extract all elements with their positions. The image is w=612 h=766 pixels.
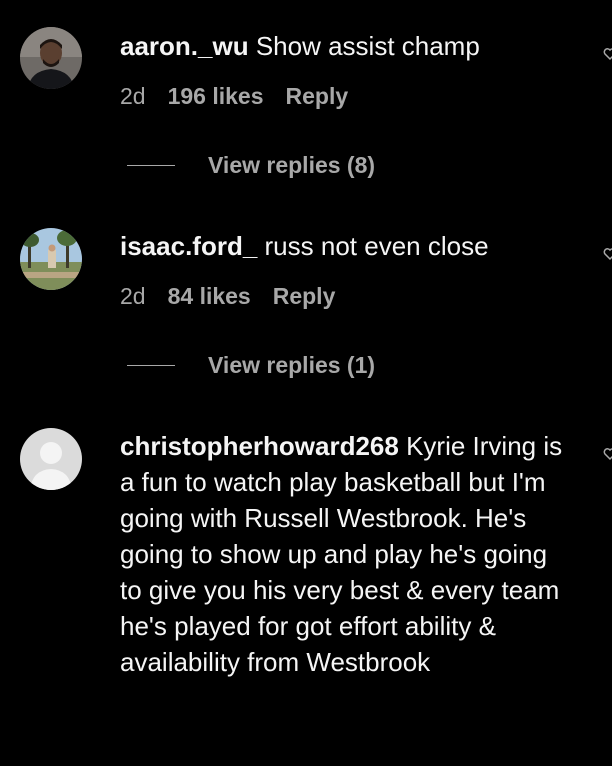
avatar[interactable] [20, 228, 82, 290]
default-avatar-icon [20, 428, 82, 490]
reply-button[interactable]: Reply [286, 83, 349, 109]
comment-timestamp: 2d [120, 283, 146, 309]
comment-username[interactable]: aaron._wu [120, 31, 249, 61]
comment-username[interactable]: christopherhoward268 [120, 431, 399, 461]
comment-meta: 2d 84 likes Reply [120, 283, 335, 310]
replies-divider [127, 165, 175, 166]
comment-body: isaac.ford_ russ not even close [120, 228, 572, 264]
avatar[interactable] [20, 27, 82, 89]
view-replies-button[interactable]: View replies (8) [127, 152, 375, 179]
comment-text: russ not even close [257, 231, 489, 261]
likes-count[interactable]: 84 likes [168, 283, 251, 309]
comment-text: Kyrie Irving is a fun to watch play bask… [120, 431, 563, 677]
replies-divider [127, 365, 175, 366]
view-replies-button[interactable]: View replies (1) [127, 352, 375, 379]
reply-button[interactable]: Reply [273, 283, 336, 309]
heart-icon[interactable] [603, 247, 612, 261]
avatar[interactable] [20, 428, 82, 490]
view-replies-label: View replies (1) [208, 352, 376, 378]
comment-text: Show assist champ [248, 31, 480, 61]
heart-icon[interactable] [603, 447, 612, 461]
comment-body: christopherhoward268 Kyrie Irving is a f… [120, 428, 572, 680]
comment-timestamp: 2d [120, 83, 146, 109]
view-replies-label: View replies (8) [208, 152, 376, 178]
comment-body: aaron._wu Show assist champ [120, 28, 572, 64]
comment-meta: 2d 196 likes Reply [120, 83, 348, 110]
comment-username[interactable]: isaac.ford_ [120, 231, 257, 261]
likes-count[interactable]: 196 likes [168, 83, 264, 109]
heart-icon[interactable] [603, 47, 612, 61]
